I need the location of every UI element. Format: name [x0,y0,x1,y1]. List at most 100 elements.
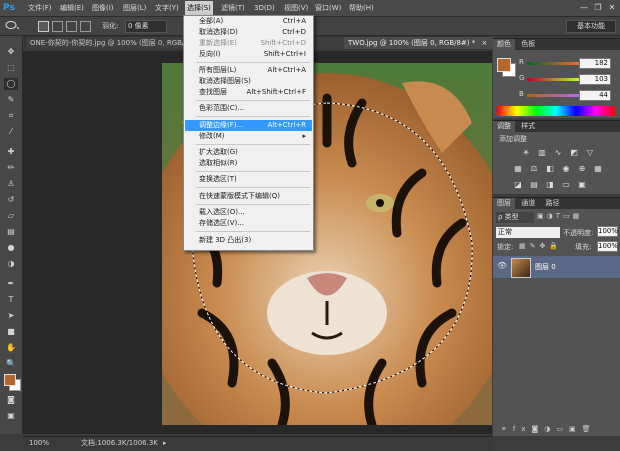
tab-close-icon[interactable]: × [482,39,488,47]
menu-item-refine-edge[interactable]: 调整边缘(F)... Alt+Ctrl+R [185,120,312,131]
menu-file[interactable]: 文件(F) [26,2,54,14]
zoom-level[interactable]: 100% [29,437,49,450]
menu-item-transform-selection[interactable]: 变换选区(T) [185,174,312,185]
menu-filter[interactable]: 滤镜(T) [219,2,247,14]
path-select-tool-icon[interactable]: ➤ [4,310,18,322]
subtract-selection-icon[interactable] [66,21,77,32]
g-slider[interactable] [527,78,579,81]
threshold-icon[interactable]: ◨ [545,180,555,190]
layer-visibility-eye-icon[interactable]: 👁 [497,261,507,270]
minimize-icon[interactable]: — [578,2,590,13]
levels-icon[interactable]: ▥ [537,148,547,158]
menu-item-new-3d-extrusion[interactable]: 新建 3D 凸出(3) [185,235,312,246]
type-tool-icon[interactable]: T [4,294,18,306]
panel-foreground-swatch[interactable] [497,58,511,72]
restore-icon[interactable]: ❐ [592,2,604,13]
menu-item-modify[interactable]: 修改(M) ▸ [185,131,312,142]
menu-view[interactable]: 视图(V) [282,2,310,14]
tab-channels[interactable]: 通道 [517,199,539,207]
menu-item-save-selection[interactable]: 存储选区(V)... [185,218,312,229]
menu-item-find-layers[interactable]: 查找图层 Alt+Shift+Ctrl+F [185,87,312,98]
menu-help[interactable]: 帮助(H) [347,2,376,14]
color-lookup-icon[interactable]: ▦ [593,164,603,174]
color-balance-icon[interactable]: ⚖ [529,164,539,174]
black-white-icon[interactable]: ◧ [545,164,555,174]
quick-mask-icon[interactable]: ◙ [4,394,18,406]
menu-item-all-layers[interactable]: 所有图层(L) Alt+Ctrl+A [185,65,312,76]
menu-select[interactable]: 选择(S) [185,1,213,15]
g-value[interactable]: 103 [579,74,611,85]
menu-layer[interactable]: 图层(L) [121,2,148,14]
menu-type[interactable]: 文字(Y) [153,2,181,14]
screen-mode-icon[interactable]: ▣ [4,410,18,422]
menu-item-load-selection[interactable]: 载入选区(O)... [185,207,312,218]
tab-styles[interactable]: 样式 [517,122,539,130]
status-menu-arrow-icon[interactable]: ▸ [163,437,167,450]
zoom-tool-icon[interactable]: 🔍 [4,358,18,370]
intersect-selection-icon[interactable] [80,21,91,32]
layer-row-0[interactable]: 👁 图层 0 [493,256,620,278]
menu-item-similar[interactable]: 选取相似(R) [185,158,312,169]
layer-filter-icons[interactable]: ▣◑T▭▦ [537,212,617,222]
menu-edit[interactable]: 编辑(E) [58,2,86,14]
dodge-tool-icon[interactable]: ◑ [4,258,18,270]
lasso-tool-icon[interactable]: ◯ [4,78,18,90]
lock-icons[interactable]: ▦✎✥🔒 [519,242,567,252]
shape-tool-icon[interactable]: ■ [4,326,18,338]
foreground-color-swatch[interactable] [4,374,16,386]
menu-item-deselect[interactable]: 取消选择(D) Ctrl+D [185,27,312,38]
menu-image[interactable]: 图像(I) [90,2,116,14]
gradient-tool-icon[interactable]: ▤ [4,226,18,238]
menu-item-quick-mask[interactable]: 在快速蒙版模式下编辑(Q) [185,191,312,202]
b-slider[interactable] [527,94,579,97]
tab-layers[interactable]: 图层 [493,198,515,209]
curves-icon[interactable]: ∿ [553,148,563,158]
r-value[interactable]: 182 [579,58,611,69]
blur-tool-icon[interactable]: ● [4,242,18,254]
tab-paths[interactable]: 路径 [541,199,563,207]
layers-footer-icons[interactable]: ⚭fx◙◑▭▣🗑 [501,425,619,435]
channel-mixer-icon[interactable]: ⊕ [577,164,587,174]
eraser-tool-icon[interactable]: ▱ [4,210,18,222]
quick-select-tool-icon[interactable]: ✎ [4,94,18,106]
crop-tool-icon[interactable]: ⌗ [4,110,18,122]
add-selection-icon[interactable] [52,21,63,32]
menu-item-inverse[interactable]: 反向(I) Shift+Ctrl+I [185,49,312,60]
healing-brush-tool-icon[interactable]: ✚ [4,146,18,158]
layer-name[interactable]: 图层 0 [535,262,556,272]
feather-input[interactable]: 0 像素 [125,20,167,33]
menu-window[interactable]: 窗口(W) [313,2,343,14]
color-spectrum-ramp[interactable] [497,106,615,116]
opacity-value[interactable]: 100% [597,226,618,237]
eyedropper-tool-icon[interactable]: ⁄ [4,126,18,138]
tab-adjustments[interactable]: 调整 [493,121,515,132]
gradient-map-icon[interactable]: ▭ [561,180,571,190]
selective-color-icon[interactable]: ▣ [577,180,587,190]
invert-icon[interactable]: ◪ [513,180,523,190]
vibrance-icon[interactable]: ▽ [585,148,595,158]
menu-3d[interactable]: 3D(D) [252,2,277,14]
tab-swatches[interactable]: 色板 [517,40,539,48]
posterize-icon[interactable]: ▤ [529,180,539,190]
hand-tool-icon[interactable]: ✋ [4,342,18,354]
workspace-select[interactable]: 基本功能 [566,20,616,33]
hue-saturation-icon[interactable]: ▦ [513,164,523,174]
tab-document-two[interactable]: TWO.jpg @ 100% (图层 0, RGB/8#) * × [344,37,494,49]
menu-item-grow[interactable]: 扩大选取(G) [185,147,312,158]
pen-tool-icon[interactable]: ✒ [4,278,18,290]
brush-tool-icon[interactable]: ✏ [4,162,18,174]
menu-item-color-range[interactable]: 色彩范围(C)... [185,103,312,114]
fill-value[interactable]: 100% [597,241,618,252]
brightness-icon[interactable]: ☀ [521,148,531,158]
blend-mode-select[interactable]: 正常 [495,226,561,239]
r-slider[interactable] [527,62,579,65]
lasso-tool-preset-icon[interactable] [4,20,20,31]
tab-color[interactable]: 颜色 [493,39,515,50]
menu-item-deselect-layers[interactable]: 取消选择图层(S) [185,76,312,87]
marquee-tool-icon[interactable]: ⬚ [4,62,18,74]
menu-item-all[interactable]: 全部(A) Ctrl+A [185,16,312,27]
move-tool-icon[interactable]: ✥ [4,46,18,58]
b-value[interactable]: 44 [579,90,611,101]
clone-stamp-tool-icon[interactable]: ♙ [4,178,18,190]
close-icon[interactable]: ✕ [606,2,618,13]
